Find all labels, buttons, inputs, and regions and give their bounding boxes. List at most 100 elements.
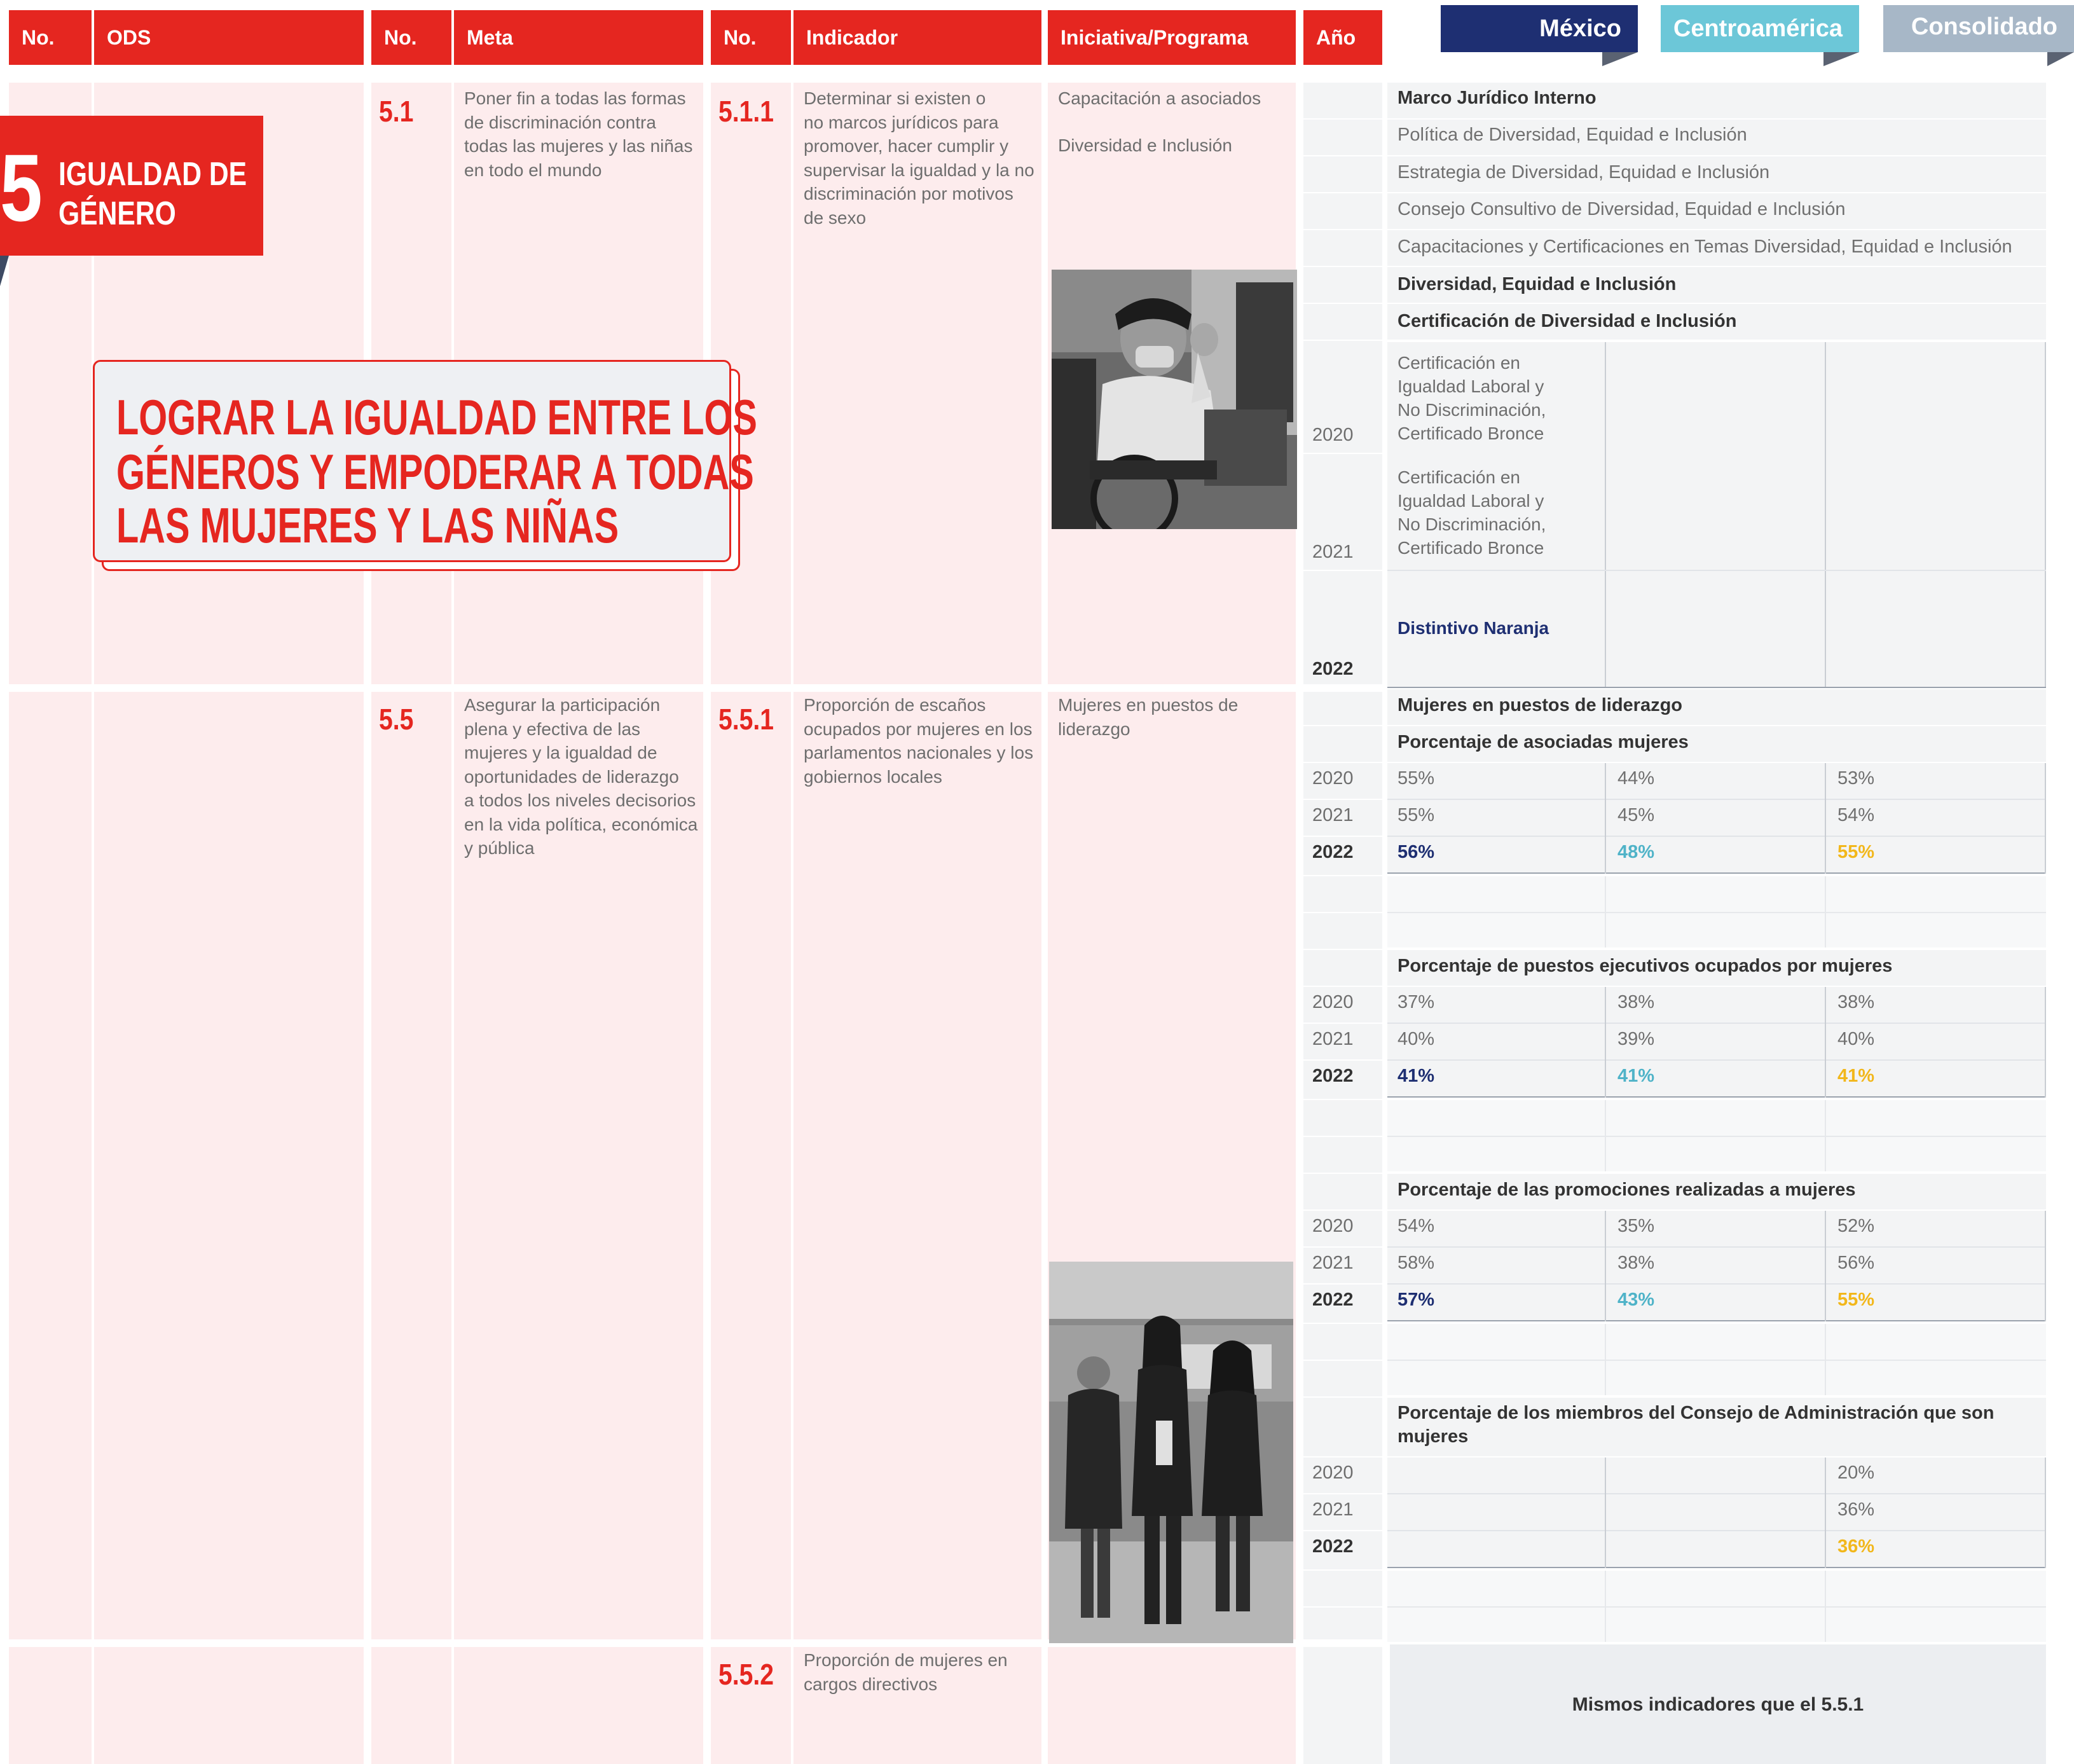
block4-co-2021: 36% <box>1837 1499 1875 1520</box>
year-sep-s2-r <box>1303 1360 1382 1361</box>
block4-grid <box>1387 1457 2046 1568</box>
indicator-text-5-1-1: Determinar si existen o no marcos jurídic… <box>804 88 1034 228</box>
goal-line-2: GÉNEROS Y EMPODERAR A TODAS <box>116 444 754 500</box>
block4-year-2022: 2022 <box>1312 1536 1354 1557</box>
year-2021-cert: 2021 <box>1312 542 1354 562</box>
ods-badge-title-2: GÉNERO <box>58 195 176 232</box>
block1-co-2021: 54% <box>1837 805 1875 825</box>
block3-co-2020: 52% <box>1837 1216 1875 1236</box>
year-sep-s2-i <box>1303 1023 1382 1024</box>
header-no: No. <box>9 10 92 65</box>
block2-spacer-line <box>1387 1136 2046 1137</box>
s3-ini-col <box>1048 1647 1296 1764</box>
indicator-number-5-5-2: 5.5.2 <box>718 1658 774 1691</box>
iniciativa-diversidad: Diversidad e Inclusión <box>1058 135 1232 155</box>
year-sep-s2-f <box>1303 912 1382 913</box>
cert-grid-vline-3 <box>2045 342 2046 688</box>
block4-year-2020: 2020 <box>1312 1463 1354 1483</box>
block2-grid <box>1387 987 2046 1098</box>
indicator-number-5-5-1: 5.5.1 <box>718 703 774 736</box>
block4-spacer-vline-1 <box>1605 1571 1606 1642</box>
block1-year-2022: 2022 <box>1312 842 1354 862</box>
s2-ind-col <box>793 692 1041 1639</box>
block1-spacer-vline-2 <box>1825 876 1826 947</box>
block1-mx-2022: 56% <box>1398 842 1435 862</box>
s3-no-col <box>9 1647 92 1764</box>
year-sep-s2-o <box>1303 1246 1382 1248</box>
year-sep-s2-u <box>1303 1493 1382 1494</box>
year-sep-s1-e <box>1303 266 1382 267</box>
block1-title: Porcentaje de asociadas mujeres <box>1398 732 1689 752</box>
cert-2021-text: Certificación en Igualdad Laboral y No Dis… <box>1398 467 1546 558</box>
block3-ca-2021: 38% <box>1617 1253 1655 1273</box>
indicator-number-5-1-1: 5.1.1 <box>718 95 774 128</box>
block2-mx-2021: 40% <box>1398 1029 1435 1049</box>
tab-centroamerica-fold <box>1823 52 1859 66</box>
row-diversidad: Diversidad, Equidad e Inclusión <box>1398 274 1677 294</box>
block3-vline-3 <box>2045 1211 2046 1321</box>
year-sep-s2-h <box>1303 986 1382 987</box>
block2-co-2020: 38% <box>1837 992 1875 1012</box>
year-sep-s2-d <box>1303 836 1382 837</box>
ods-badge-number: 5 <box>0 134 43 241</box>
year-sep-s1-d <box>1303 229 1382 230</box>
block2-vline-3 <box>2045 987 2046 1098</box>
block2-spacer-vline-2 <box>1825 1100 1826 1171</box>
block2-hline-2 <box>1387 1059 2046 1061</box>
year-sep-s1-b <box>1303 155 1382 156</box>
block1-ca-2021: 45% <box>1617 805 1655 825</box>
block3-mx-2021: 58% <box>1398 1253 1435 1273</box>
meta-number-5-1: 5.1 <box>379 95 414 128</box>
block3-vline-1 <box>1605 1211 1606 1321</box>
row-marco-juridico: Marco Jurídico Interno <box>1398 88 1597 108</box>
meta-text-5-5: Asegurar la participación plena y efectiv… <box>464 695 698 858</box>
s2-ind-no-col <box>711 692 791 1639</box>
cert-grid-vline-2 <box>1825 342 1826 688</box>
block4-vline-3 <box>2045 1457 2046 1568</box>
year-sep-s2-p <box>1303 1283 1382 1285</box>
block4-title: Porcentaje de los miembros del Consejo d… <box>1398 1403 1995 1447</box>
header-indicador: Indicador <box>793 10 1041 65</box>
block3-co-2021: 56% <box>1837 1253 1875 1273</box>
year-sep-s2-k <box>1303 1099 1382 1100</box>
cert-2020-text: Certificación en Igualdad Laboral y No Dis… <box>1398 353 1546 443</box>
block4-vline-1 <box>1605 1457 1606 1568</box>
meta-number-5-5: 5.5 <box>379 703 414 736</box>
goal-box: LOGRAR LA IGUALDAD ENTRE LOS GÉNEROS Y E… <box>93 360 757 562</box>
block3-co-2022: 55% <box>1837 1290 1875 1310</box>
block4-spacer-vline-2 <box>1825 1571 1826 1642</box>
block3-hline-1 <box>1387 1246 2046 1248</box>
block3-ca-2022: 43% <box>1617 1290 1655 1310</box>
indicator-text-5-5-2: Proporción de mujeres en cargos directivo… <box>804 1650 1008 1694</box>
block3-hline-2 <box>1387 1283 2046 1285</box>
year-sep-s2-g <box>1303 949 1382 950</box>
block2-year-2022: 2022 <box>1312 1066 1354 1086</box>
s3-ods-col <box>94 1647 364 1764</box>
header-meta: Meta <box>454 10 703 65</box>
block1-ca-2022: 48% <box>1617 842 1655 862</box>
block1-vline-2 <box>1825 763 1826 874</box>
tab-consolidado[interactable]: Consolidado <box>1883 5 2074 52</box>
block1-spacer-line <box>1387 912 2046 913</box>
block2-title: Porcentaje de puestos ejecutivos ocupado… <box>1398 956 1893 976</box>
header-no-meta: No. <box>371 10 451 65</box>
leadership-heading: Mujeres en puestos de liderazgo <box>1398 695 1682 715</box>
block2-co-2021: 40% <box>1837 1029 1875 1049</box>
iniciativa-capacitacion: Capacitación a asociados <box>1058 88 1261 108</box>
block1-vline-1 <box>1605 763 1606 874</box>
distintivo-naranja: Distintivo Naranja <box>1398 618 1549 638</box>
block1-hline-1 <box>1387 799 2046 800</box>
year-sep-s1-h <box>1303 453 1382 454</box>
block1-co-2020: 53% <box>1837 768 1875 789</box>
block2-co-2022: 41% <box>1837 1066 1875 1086</box>
block1-mx-2020: 55% <box>1398 768 1435 789</box>
year-sep-s2-a <box>1303 725 1382 726</box>
row-politica: Política de Diversidad, Equidad e Inclus… <box>1398 125 1747 145</box>
s2-ods-col <box>94 692 364 1639</box>
block3-ca-2020: 35% <box>1617 1216 1655 1236</box>
tab-mexico[interactable]: México <box>1441 5 1638 52</box>
tab-centroamerica[interactable]: Centroamérica <box>1661 5 1859 52</box>
same-indicators-note: Mismos indicadores que el 5.5.1 <box>1572 1694 1864 1715</box>
block1-hline-2 <box>1387 836 2046 837</box>
block4-co-2022: 36% <box>1837 1536 1875 1557</box>
